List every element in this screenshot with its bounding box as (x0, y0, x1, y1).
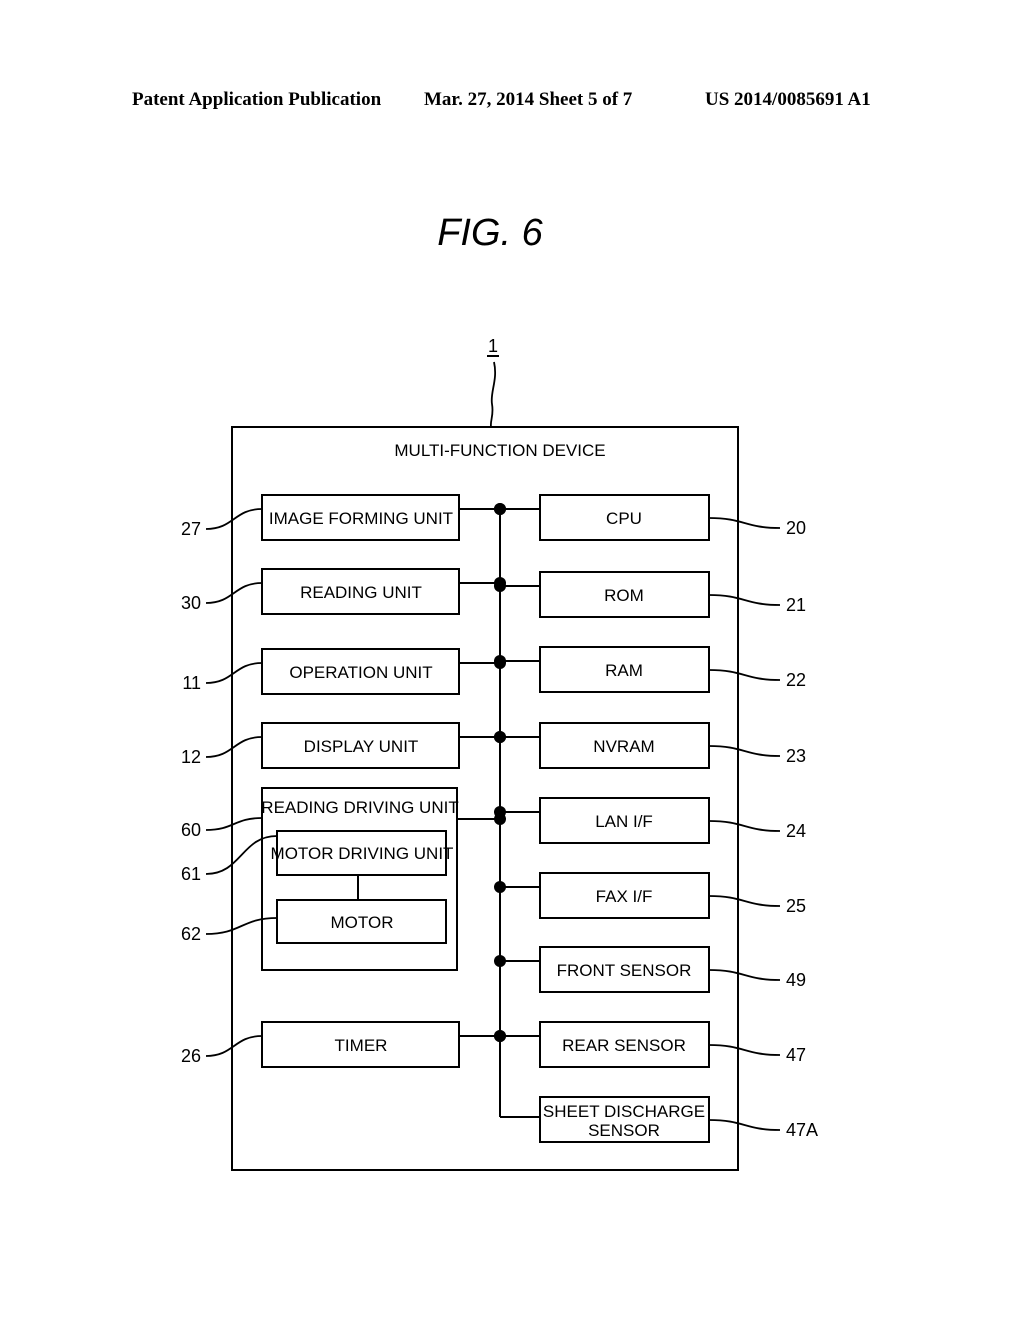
motor-driving-unit-ref: 61 (181, 864, 201, 884)
rom-label: ROM (604, 586, 644, 605)
front-sensor-bus-junction (494, 955, 506, 967)
reading-driving-unit-ref: 60 (181, 820, 201, 840)
rom-bus-junction (494, 580, 506, 592)
sheet-discharge-sensor-ref: 47A (786, 1120, 818, 1140)
fax-if-ref: 25 (786, 896, 806, 916)
device-ref-leader (489, 361, 496, 428)
block-diagram: 1 MULTI-FUNCTION DEVICE IMAGE FORMING UNIT… (181, 336, 818, 1171)
lan-if-label: LAN I/F (595, 812, 653, 831)
ram-label: RAM (605, 661, 643, 680)
sheet-discharge-sensor-label-line2: SENSOR (588, 1121, 660, 1140)
cpu-label: CPU (606, 509, 642, 528)
rom-ref: 21 (786, 595, 806, 615)
sheet-discharge-sensor-label-line1: SHEET DISCHARGE (543, 1102, 705, 1121)
cpu-bus-junction (494, 503, 506, 515)
rear-sensor-label: REAR SENSOR (562, 1036, 686, 1055)
nvram-ref: 23 (786, 746, 806, 766)
front-sensor-ref: 49 (786, 970, 806, 990)
device-label: MULTI-FUNCTION DEVICE (394, 441, 605, 460)
ram-ref: 22 (786, 670, 806, 690)
motor-driving-unit-label: MOTOR DRIVING UNIT (271, 844, 454, 863)
reading-driving-unit-label: READING DRIVING UNIT (261, 798, 458, 817)
rear-sensor-ref: 47 (786, 1045, 806, 1065)
operation-unit-ref: 11 (182, 673, 201, 693)
reading-unit-label: READING UNIT (300, 583, 422, 602)
cpu-ref: 20 (786, 518, 806, 538)
ram-bus-junction (494, 655, 506, 667)
image-forming-unit-label: IMAGE FORMING UNIT (269, 509, 453, 528)
reading-unit-ref: 30 (181, 593, 201, 613)
display-unit-label: DISPLAY UNIT (304, 737, 419, 756)
fax-if-bus-junction (494, 881, 506, 893)
front-sensor-label: FRONT SENSOR (557, 961, 692, 980)
device-ref-number: 1 (488, 336, 498, 356)
nvram-label: NVRAM (593, 737, 654, 756)
timer-label: TIMER (335, 1036, 388, 1055)
motor-label: MOTOR (331, 913, 394, 932)
motor-ref: 62 (181, 924, 201, 944)
lan-if-ref: 24 (786, 821, 806, 841)
operation-unit-label: OPERATION UNIT (289, 663, 432, 682)
lan-if-bus-junction (494, 806, 506, 818)
nvram-bus-junction (494, 731, 506, 743)
display-unit-ref: 12 (181, 747, 201, 767)
rear-sensor-bus-junction (494, 1030, 506, 1042)
timer-ref: 26 (181, 1046, 201, 1066)
fax-if-label: FAX I/F (596, 887, 653, 906)
image-forming-unit-ref: 27 (181, 519, 201, 539)
